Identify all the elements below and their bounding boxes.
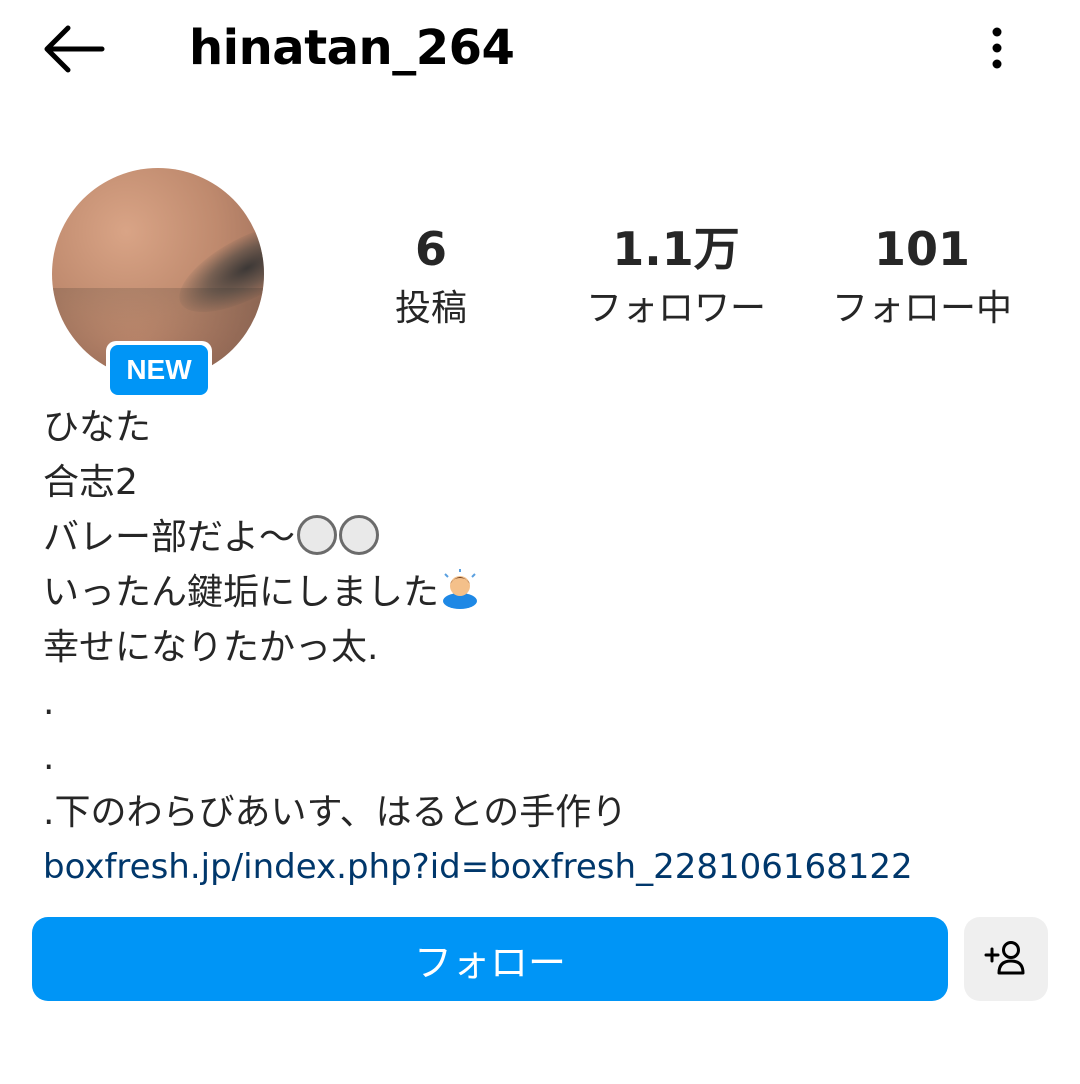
bio-line-3-wrap: いったん鍵垢にしました [43, 565, 1043, 620]
more-options-button[interactable] [982, 24, 1012, 72]
bio-name: ひなた [43, 407, 152, 448]
bio-line-1: 合志2 [43, 462, 138, 503]
bio-line-6: . [43, 737, 55, 778]
bowing-person-icon [443, 569, 478, 609]
follow-button[interactable]: フォロー [32, 917, 948, 1001]
profile-username: hinatan_264 [189, 20, 515, 76]
following-label: フォロー中 [831, 288, 1012, 329]
followers-count: 1.1万 [612, 222, 740, 276]
add-person-icon [984, 941, 1025, 975]
bio-line-7: .下のわらびあいす、はるとの手作り [43, 792, 628, 833]
bio-line-5: . [43, 682, 55, 723]
stat-following[interactable]: 101 フォロー中 [812, 218, 1032, 338]
stat-followers[interactable]: 1.1万 フォロワー [566, 218, 786, 338]
more-vertical-icon [992, 27, 1002, 69]
volleyball-icon [339, 515, 380, 555]
posts-label: 投稿 [394, 288, 467, 329]
stat-posts[interactable]: 6 投稿 [321, 218, 541, 338]
followers-label: フォロワー [585, 288, 766, 329]
top-bar: hinatan_264 [0, 0, 1080, 100]
following-count: 101 [873, 222, 971, 276]
new-badge-label: NEW [110, 345, 208, 395]
arrow-left-icon [44, 25, 105, 73]
volleyball-icon [297, 515, 338, 555]
new-badge: NEW [106, 341, 212, 399]
bio-line-4: 幸せになりたかっ太. [43, 627, 379, 668]
profile-bio: ひなた 合志2 バレー部だよ〜 いったん鍵垢にしました 幸せになりたかっ太. .… [43, 400, 1043, 895]
back-button[interactable] [40, 22, 106, 76]
bio-line-2: バレー部だよ〜 [43, 517, 296, 558]
bio-line-2-wrap: バレー部だよ〜 [43, 510, 1043, 565]
bio-link[interactable]: boxfresh.jp/index.php?id=boxfresh_228106… [43, 840, 1043, 895]
posts-count: 6 [414, 222, 447, 276]
bio-line-3: いったん鍵垢にしました [43, 572, 440, 613]
suggested-accounts-button[interactable] [964, 917, 1048, 1001]
